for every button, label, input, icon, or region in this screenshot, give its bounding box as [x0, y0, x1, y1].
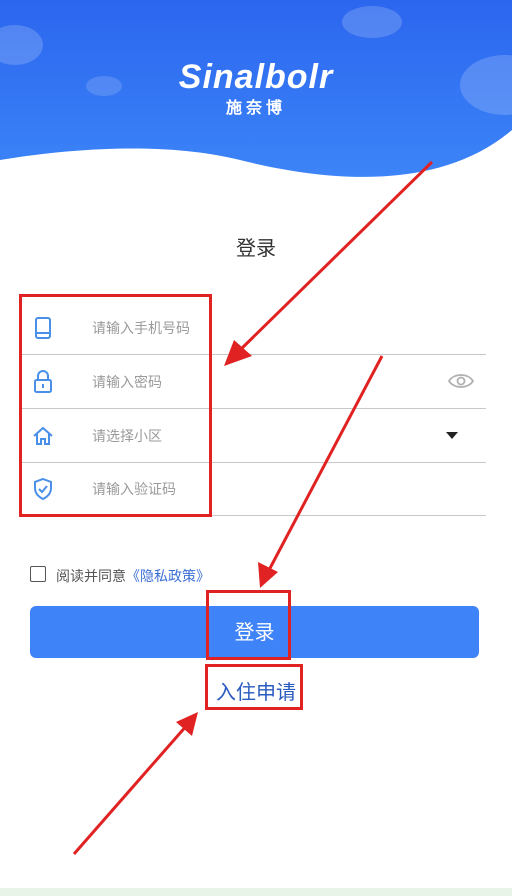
dropdown-caret-icon[interactable]	[446, 432, 458, 439]
annotation-arrowhead-2	[258, 562, 278, 588]
eye-icon[interactable]	[448, 372, 474, 390]
header-banner: Sinalbolr 施奈博	[0, 0, 512, 200]
annotation-box-form	[19, 294, 212, 517]
annotation-arrow-3	[72, 723, 190, 855]
page-title: 登录	[236, 236, 276, 260]
bottom-strip	[0, 888, 512, 896]
annotation-box-apply	[205, 664, 303, 710]
brand-logo-chinese: 施奈博	[225, 98, 286, 117]
brand-logo-text: Sinalbolr	[178, 58, 334, 96]
annotation-box-login	[206, 590, 291, 660]
annotation-arrowhead-3	[176, 712, 198, 736]
agreement-text: 阅读并同意	[56, 569, 126, 585]
privacy-policy-link[interactable]: 《隐私政策》	[126, 569, 210, 585]
agreement-checkbox[interactable]	[30, 566, 46, 582]
